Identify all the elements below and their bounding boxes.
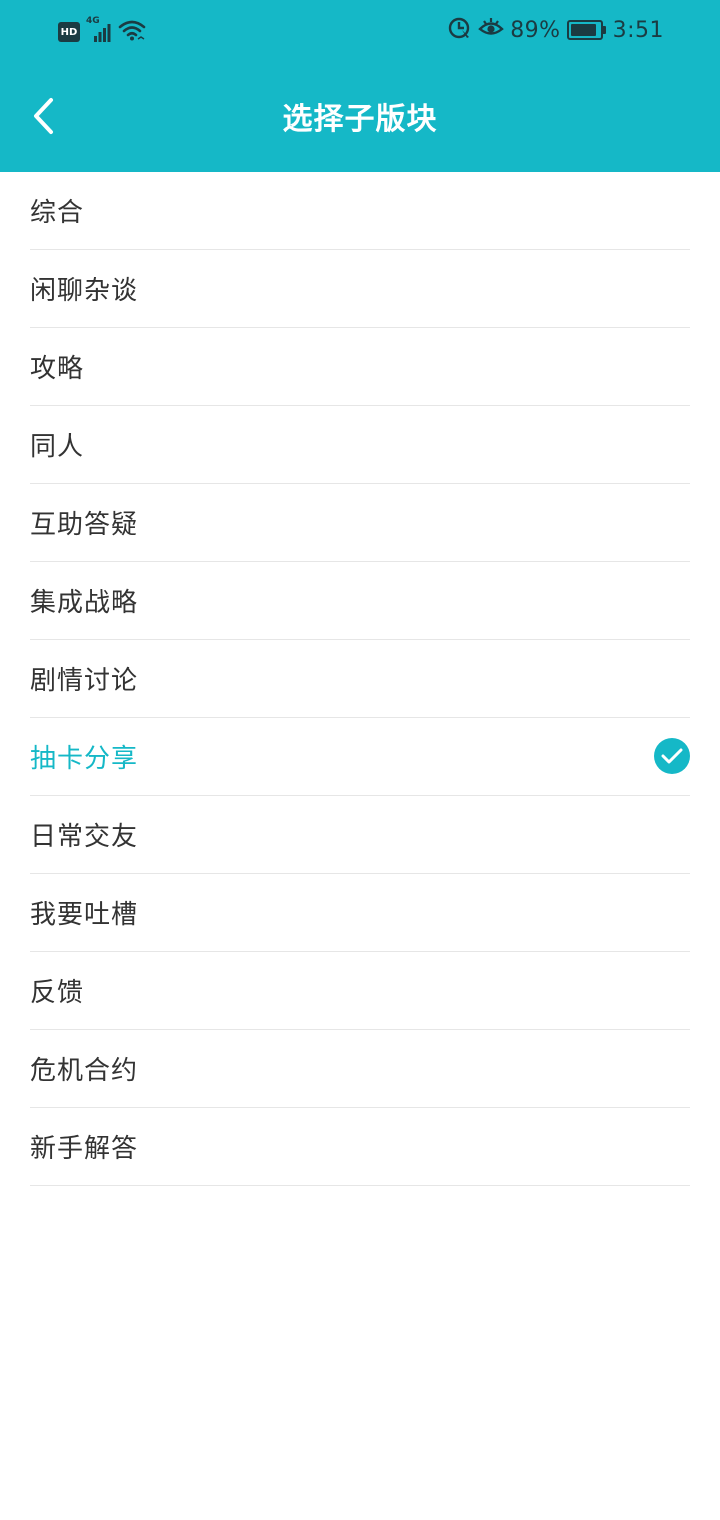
subforum-item-label: 闲聊杂谈 [30,276,139,306]
status-time: 3:51 [612,17,664,43]
subforum-item[interactable]: 攻略 [30,328,690,406]
subforum-item[interactable]: 剧情讨论 [30,640,690,718]
data-saver-icon [448,16,472,44]
subforum-item-label: 抽卡分享 [30,744,139,774]
subforum-item[interactable]: 抽卡分享 [30,718,690,796]
signal-icon: 4G [86,16,112,44]
status-left: HD 4G [58,16,146,46]
battery-icon [566,20,606,40]
battery-fill [570,24,596,36]
subforum-item[interactable]: 综合 [30,172,690,250]
top-bar: HD 4G 89% 3:51 选择子版块 [0,0,720,172]
app-screen: HD 4G 89% 3:51 选择子版块 综合 闲聊杂谈 攻略 同人 互助答疑 … [0,0,720,1520]
subforum-item-label: 同人 [30,432,85,462]
subforum-item-label: 综合 [30,198,85,228]
subforum-item-label: 攻略 [30,354,85,384]
subforum-item[interactable]: 同人 [30,406,690,484]
header: 选择子版块 [0,62,720,172]
subforum-item[interactable]: 闲聊杂谈 [30,250,690,328]
subforum-item[interactable]: 反馈 [30,952,690,1030]
subforum-item[interactable]: 我要吐槽 [30,874,690,952]
subforum-item[interactable]: 集成战略 [30,562,690,640]
subforum-list: 综合闲聊杂谈攻略同人互助答疑集成战略剧情讨论抽卡分享日常交友我要吐槽反馈危机合约… [30,172,690,1186]
subforum-item[interactable]: 互助答疑 [30,484,690,562]
subforum-item-label: 日常交友 [30,822,139,852]
subforum-item[interactable]: 危机合约 [30,1030,690,1108]
page-title: 选择子版块 [282,102,438,137]
status-right: 89% 3:51 [448,16,664,44]
wifi-icon [118,18,146,46]
subforum-item-label: 我要吐槽 [30,900,139,930]
subforum-item-label: 新手解答 [30,1134,139,1164]
hd-badge: HD [58,22,80,42]
subforum-item-label: 剧情讨论 [30,666,139,696]
subforum-item[interactable]: 日常交友 [30,796,690,874]
subforum-item-label: 集成战略 [30,588,139,618]
check-circle-icon [654,738,690,774]
status-bar: HD 4G 89% 3:51 [0,0,720,62]
subforum-item-label: 互助答疑 [30,510,139,540]
subforum-item-label: 危机合约 [30,1056,139,1086]
subforum-item-label: 反馈 [30,978,85,1008]
battery-percent: 89% [510,17,561,43]
eye-comfort-icon [478,16,504,44]
network-type-label: 4G [86,16,100,26]
subforum-item[interactable]: 新手解答 [30,1108,690,1186]
